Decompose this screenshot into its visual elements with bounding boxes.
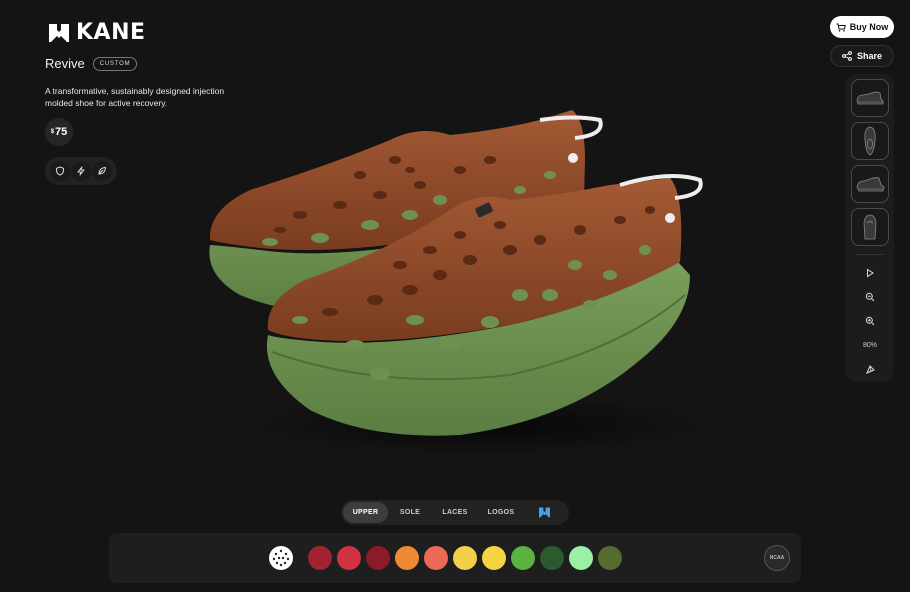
panel-divider <box>856 254 884 255</box>
color-swatch[interactable] <box>366 546 390 570</box>
play-button[interactable] <box>859 262 881 284</box>
price-value: 75 <box>55 126 68 138</box>
tab-logos[interactable]: LOGOS <box>478 502 524 523</box>
shoe-back-icon <box>863 214 877 240</box>
price-badge: $ 75 <box>45 118 73 146</box>
custom-badge: CUSTOM <box>92 56 138 71</box>
feature-icons <box>45 157 117 185</box>
color-swatch[interactable] <box>424 546 448 570</box>
tab-brand-mark[interactable] <box>524 502 564 523</box>
play-icon <box>867 268 874 278</box>
pattern-swatch[interactable] <box>269 546 293 570</box>
brand-name: KANE <box>76 20 146 45</box>
side-view-thumbnail[interactable] <box>851 79 889 117</box>
tab-upper[interactable]: UPPER <box>343 502 388 523</box>
color-swatch-bar: NCAA <box>109 533 801 583</box>
color-swatch[interactable] <box>337 546 361 570</box>
color-swatch[interactable] <box>511 546 535 570</box>
back-view-thumbnail[interactable] <box>851 208 889 246</box>
product-name: Revive <box>45 56 85 71</box>
color-swatch[interactable] <box>569 546 593 570</box>
share-icon <box>842 51 852 61</box>
zoom-in-button[interactable] <box>859 310 881 332</box>
swatch-fade <box>619 533 649 583</box>
color-swatch[interactable] <box>395 546 419 570</box>
top-view-thumbnail[interactable] <box>851 122 889 160</box>
shoe-top-icon <box>864 126 876 156</box>
kane-mark-icon <box>538 507 550 518</box>
tab-laces[interactable]: LACES <box>432 502 478 523</box>
dots-pattern-icon <box>272 549 290 567</box>
view-panel: 80% <box>846 74 894 382</box>
part-tabs: UPPER SOLE LACES LOGOS <box>341 500 569 525</box>
ncaa-icon: NCAA <box>769 555 785 561</box>
shoe-angled-icon <box>856 177 885 192</box>
buy-now-button[interactable]: Buy Now <box>830 16 894 38</box>
share-button[interactable]: Share <box>830 45 894 67</box>
shield-icon[interactable] <box>49 161 70 181</box>
tab-sole[interactable]: SOLE <box>388 502 432 523</box>
cart-icon <box>836 23 846 32</box>
kane-mark-icon <box>49 23 69 42</box>
shoe-side-icon <box>856 91 884 105</box>
color-swatch[interactable] <box>308 546 332 570</box>
reset-view-button[interactable] <box>859 358 881 380</box>
shoe-3d-viewport[interactable] <box>180 90 740 470</box>
zoom-in-icon <box>865 316 875 326</box>
leaf-icon[interactable] <box>92 161 113 181</box>
brand-logo[interactable]: KANE <box>48 20 146 45</box>
color-swatch[interactable] <box>482 546 506 570</box>
product-header: Revive CUSTOM <box>45 56 138 71</box>
zoom-level: 80% <box>862 341 877 349</box>
color-swatch[interactable] <box>453 546 477 570</box>
zoom-out-icon <box>865 292 875 302</box>
zoom-out-button[interactable] <box>859 286 881 308</box>
reset-view-icon <box>865 364 875 374</box>
buy-now-label: Buy Now <box>849 22 889 32</box>
color-swatch[interactable] <box>540 546 564 570</box>
angled-view-thumbnail[interactable] <box>851 165 889 203</box>
share-label: Share <box>856 51 882 61</box>
price-currency: $ <box>50 129 55 135</box>
ncaa-logo-button[interactable]: NCAA <box>764 545 790 571</box>
lightning-icon[interactable] <box>70 161 91 181</box>
